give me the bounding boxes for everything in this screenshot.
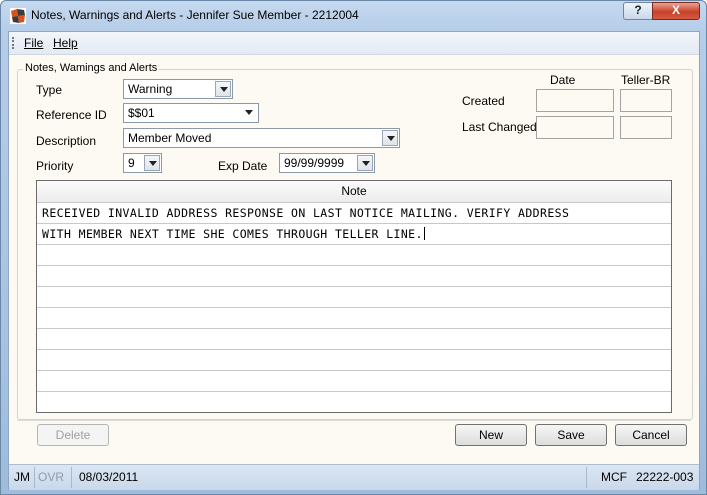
- status-divider: [71, 467, 72, 488]
- help-title-button[interactable]: ?: [623, 2, 653, 20]
- exp-date-picker[interactable]: 99/99/9999: [279, 153, 375, 173]
- created-label: Created: [462, 94, 505, 108]
- note-line[interactable]: [37, 371, 671, 392]
- status-divider: [586, 467, 587, 488]
- chevron-down-icon[interactable]: [382, 130, 398, 146]
- status-date: 08/03/2011: [79, 470, 139, 484]
- type-label: Type: [36, 83, 63, 97]
- note-line-text: RECEIVED INVALID ADDRESS RESPONSE ON LAS…: [42, 206, 570, 220]
- note-line[interactable]: [37, 245, 671, 266]
- chevron-down-icon[interactable]: [144, 155, 160, 171]
- type-value: Warning: [128, 82, 173, 96]
- status-ovr: OVR: [38, 470, 65, 484]
- status-user: JM: [14, 470, 30, 484]
- note-column-header: Note: [37, 181, 671, 203]
- client-area: File Help Notes, Wamings and Alerts Type…: [8, 31, 700, 490]
- cancel-button[interactable]: Cancel: [615, 424, 687, 446]
- status-divider: [34, 467, 35, 488]
- type-select[interactable]: Warning: [123, 79, 233, 99]
- chevron-down-icon[interactable]: [357, 155, 373, 171]
- priority-value: 9: [128, 156, 135, 170]
- note-grid[interactable]: Note RECEIVED INVALID ADDRESS RESPONSE O…: [36, 180, 672, 413]
- new-button[interactable]: New: [455, 424, 527, 446]
- note-line-text: WITH MEMBER NEXT TIME SHE COMES THROUGH …: [42, 227, 423, 241]
- note-line[interactable]: [37, 287, 671, 308]
- close-button[interactable]: X: [652, 2, 700, 20]
- menu-file[interactable]: File: [24, 36, 43, 50]
- menu-help-label: Help: [53, 36, 78, 50]
- status-bar: JM OVR 08/03/2011 MCF 22222-003: [9, 464, 699, 490]
- status-app: MCF: [601, 470, 627, 484]
- changed-teller-field: [620, 116, 672, 139]
- separator: [17, 420, 691, 421]
- status-code: 22222-003: [636, 470, 694, 484]
- priority-select[interactable]: 9: [123, 153, 162, 173]
- chevron-down-icon[interactable]: [241, 105, 257, 121]
- exp-date-label: Exp Date: [218, 159, 268, 173]
- notes-window: Notes, Warnings and Alerts - Jennifer Su…: [0, 0, 707, 495]
- reference-select[interactable]: $$01: [123, 103, 259, 123]
- note-line[interactable]: RECEIVED INVALID ADDRESS RESPONSE ON LAS…: [37, 203, 671, 224]
- description-label: Description: [36, 134, 97, 148]
- reference-value: $$01: [128, 106, 155, 120]
- description-value: Member Moved: [128, 131, 212, 145]
- description-select[interactable]: Member Moved: [123, 128, 400, 148]
- save-button[interactable]: Save: [535, 424, 607, 446]
- last-changed-label: Last Changed: [462, 120, 537, 134]
- created-date-field: [536, 89, 614, 112]
- priority-label: Priority: [36, 159, 74, 173]
- created-teller-field: [620, 89, 672, 112]
- note-line[interactable]: [37, 329, 671, 350]
- menu-file-label: File: [24, 36, 44, 50]
- delete-button[interactable]: Delete: [37, 424, 109, 446]
- teller-header: Teller-BR: [621, 73, 671, 87]
- exp-date-value: 99/99/9999: [284, 156, 345, 170]
- note-line[interactable]: [37, 308, 671, 329]
- text-caret: [423, 227, 425, 240]
- note-line[interactable]: WITH MEMBER NEXT TIME SHE COMES THROUGH …: [37, 224, 671, 245]
- chevron-down-icon[interactable]: [215, 81, 231, 97]
- date-header: Date: [550, 73, 576, 87]
- note-line[interactable]: [37, 392, 671, 412]
- changed-date-field: [536, 116, 614, 139]
- group-legend: Notes, Wamings and Alerts: [23, 62, 160, 74]
- note-line[interactable]: [37, 350, 671, 371]
- note-line[interactable]: [37, 266, 671, 287]
- app-icon: [10, 8, 26, 24]
- menu-bar: File Help: [9, 32, 699, 55]
- reference-label: Reference ID: [36, 108, 107, 122]
- grip-icon: [12, 37, 16, 49]
- title-bar: Notes, Warnings and Alerts - Jennifer Su…: [1, 1, 706, 31]
- window-title: Notes, Warnings and Alerts - Jennifer Su…: [31, 8, 359, 22]
- menu-help[interactable]: Help: [53, 36, 78, 50]
